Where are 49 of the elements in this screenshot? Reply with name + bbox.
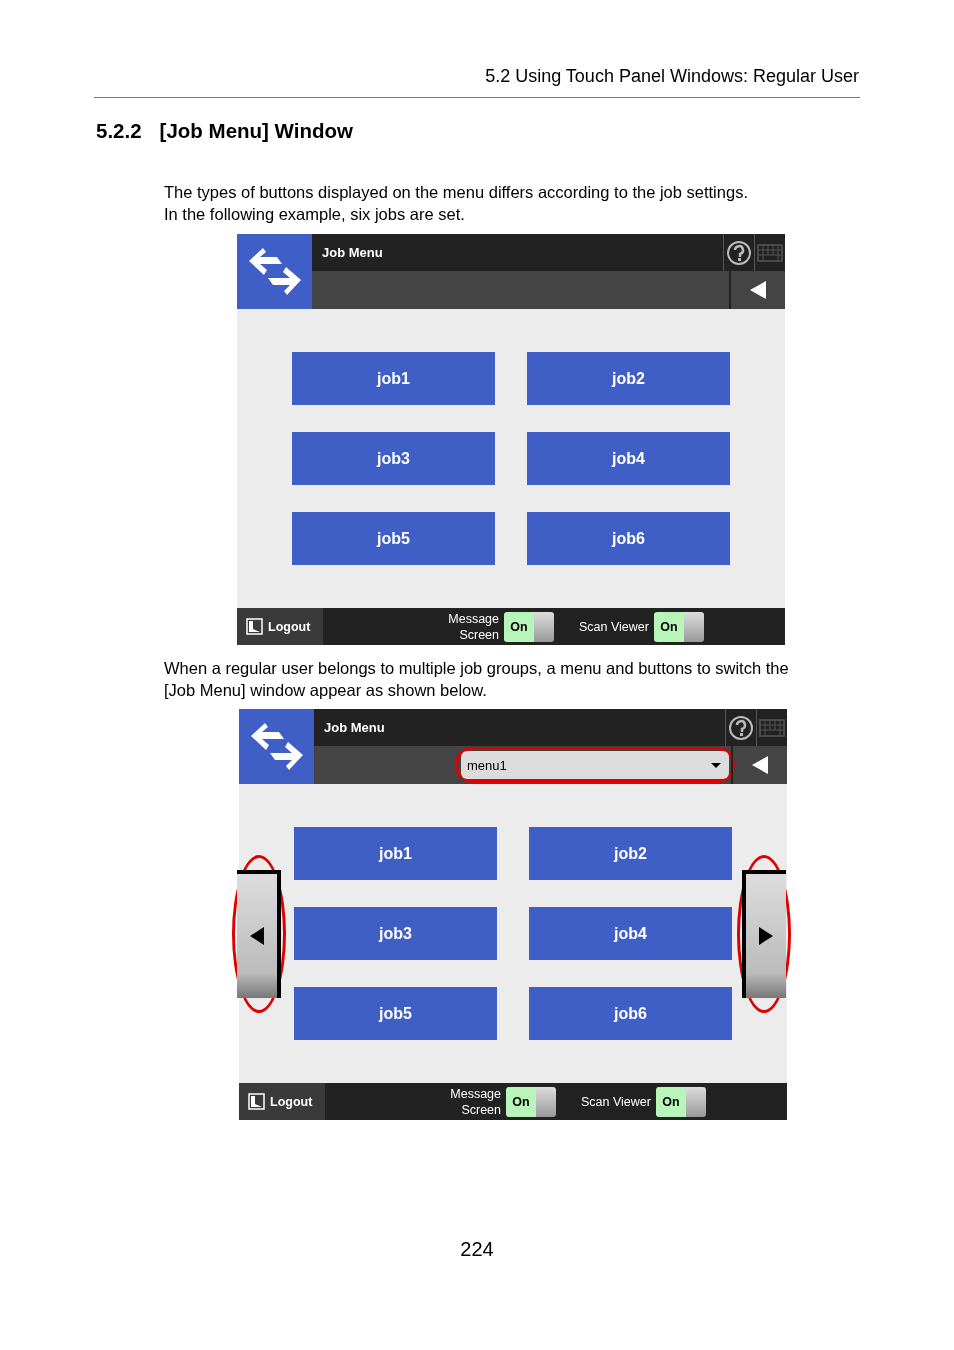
job-button[interactable]: job6 xyxy=(529,987,732,1040)
dropdown-caret-icon xyxy=(711,762,721,768)
job-button[interactable]: job4 xyxy=(529,907,732,960)
app-logo-icon xyxy=(237,234,312,309)
logout-door-icon xyxy=(246,618,263,635)
job-button[interactable]: job2 xyxy=(527,352,730,405)
job-button[interactable]: job1 xyxy=(292,352,495,405)
toggle-label: Scan Viewer xyxy=(581,1093,651,1110)
section-title: [Job Menu] Window xyxy=(159,118,353,144)
toggle-knob[interactable] xyxy=(685,1086,706,1117)
paragraph: The types of buttons displayed on the menu differs according to the job settings. In the following example, six jobs are set. xyxy=(164,182,749,225)
menu-dropdown[interactable]: menu1 xyxy=(461,751,729,779)
page-number: 224 xyxy=(460,1238,494,1261)
toggle-knob[interactable] xyxy=(683,611,704,642)
previous-page-button[interactable] xyxy=(237,869,281,998)
app-logo-icon xyxy=(239,709,314,784)
logout-button[interactable]: Logout xyxy=(237,608,323,645)
window-title: Job Menu xyxy=(323,720,386,735)
job-button[interactable]: job5 xyxy=(294,987,497,1040)
job-button[interactable]: job6 xyxy=(527,512,730,565)
toggle-switch[interactable]: On xyxy=(504,611,534,642)
job-button[interactable]: job2 xyxy=(529,827,732,880)
help-icon[interactable] xyxy=(728,714,754,741)
dropdown-value: menu1 xyxy=(467,757,507,773)
logout-button[interactable]: Logout xyxy=(239,1083,325,1120)
job-button[interactable]: job3 xyxy=(294,907,497,960)
next-page-button[interactable] xyxy=(742,869,786,998)
toggle-label: Message Screen xyxy=(449,1085,501,1118)
section-number: 5.2.2 xyxy=(96,118,142,144)
job-button[interactable]: job3 xyxy=(292,432,495,485)
left-triangle-icon xyxy=(250,926,264,945)
help-icon[interactable] xyxy=(726,239,752,266)
toggle-switch[interactable]: On xyxy=(653,611,684,642)
toggle-label: Scan Viewer xyxy=(579,618,649,635)
back-arrow-icon[interactable] xyxy=(750,281,766,299)
paragraph: When a regular user belongs to multiple job groups, a menu and buttons to switch the [Job Menu] window appear as shown below. xyxy=(164,658,790,701)
toggle-switch[interactable]: On xyxy=(655,1086,686,1117)
job-button[interactable]: job5 xyxy=(292,512,495,565)
toggle-knob[interactable] xyxy=(534,611,554,642)
job-button[interactable]: job1 xyxy=(294,827,497,880)
job-button[interactable]: job4 xyxy=(527,432,730,485)
running-header: 5.2 Using Touch Panel Windows: Regular User xyxy=(485,65,859,88)
right-triangle-icon xyxy=(759,926,773,945)
toggle-switch[interactable]: On xyxy=(506,1086,536,1117)
window-title: Job Menu xyxy=(321,245,384,260)
back-arrow-icon[interactable] xyxy=(752,756,768,774)
toggle-label: Message Screen xyxy=(447,610,499,643)
toggle-knob[interactable] xyxy=(536,1086,556,1117)
logout-door-icon xyxy=(248,1093,265,1110)
